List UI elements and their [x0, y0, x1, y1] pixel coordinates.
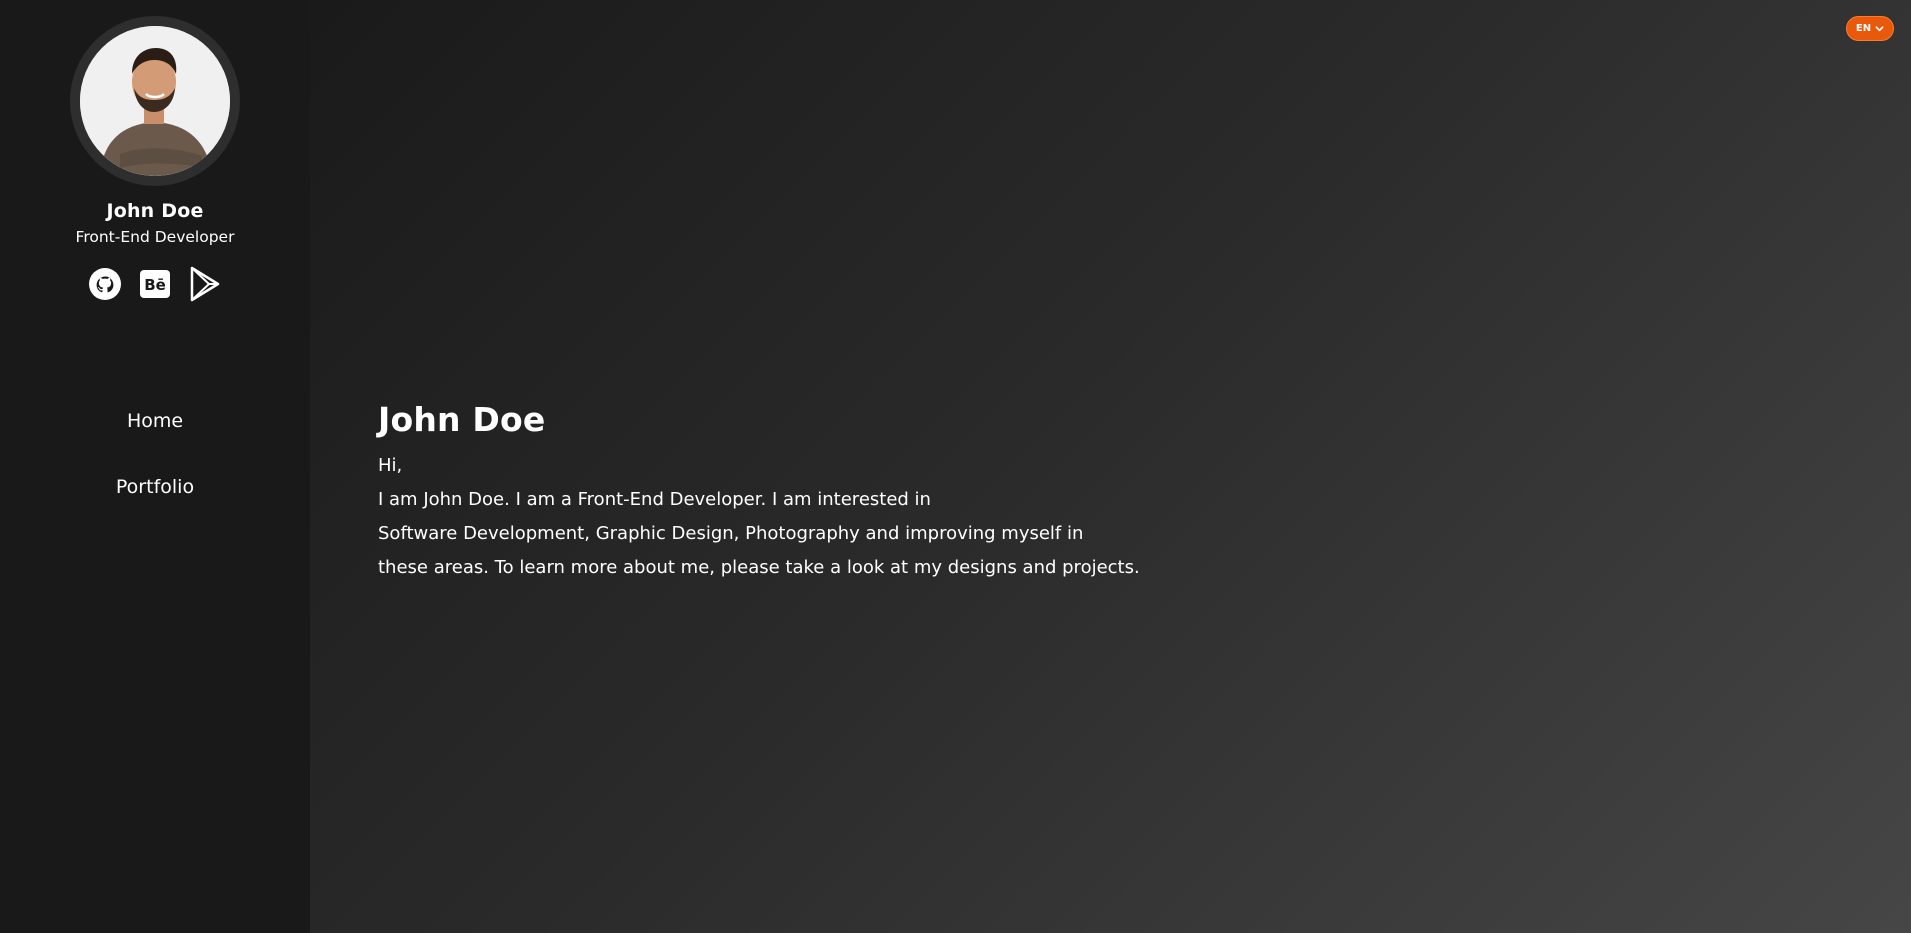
main-nav: Home Portfolio [116, 410, 194, 498]
avatar-ring [70, 16, 240, 186]
intro-title: John Doe [378, 400, 546, 439]
intro-section: John Doe Hi, I am John Doe. I am a Front… [378, 400, 1278, 585]
intro-line: these areas. To learn more about me, ple… [378, 557, 1140, 578]
github-link[interactable] [89, 268, 121, 300]
intro-line: Software Development, Graphic Design, Ph… [378, 523, 1084, 544]
social-links: Bē [89, 266, 221, 302]
svg-text:Bē: Bē [144, 276, 166, 294]
language-select-value: EN [1855, 23, 1872, 34]
profile-role: Front-End Developer [75, 228, 235, 246]
language-select[interactable]: EN [1846, 16, 1894, 41]
intro-greeting: Hi, [378, 455, 403, 476]
google-play-icon [190, 266, 220, 302]
behance-link[interactable]: Bē [139, 268, 171, 300]
behance-icon: Bē [140, 270, 170, 298]
page: John Doe Front-End Developer Bē Home Por… [0, 0, 1911, 933]
chevron-down-icon [1875, 26, 1884, 32]
profile-name: John Doe [106, 200, 204, 222]
avatar-photo [80, 26, 230, 176]
nav-item-portfolio[interactable]: Portfolio [116, 476, 194, 498]
intro-line: I am John Doe. I am a Front-End Develope… [378, 489, 931, 510]
github-icon [89, 268, 121, 300]
google-play-link[interactable] [189, 266, 221, 302]
main-content: EN John Doe Hi, I am John Doe. I am a Fr… [310, 0, 1911, 933]
nav-item-home[interactable]: Home [127, 410, 183, 432]
sidebar: John Doe Front-End Developer Bē Home Por… [0, 0, 310, 933]
avatar [80, 26, 230, 176]
